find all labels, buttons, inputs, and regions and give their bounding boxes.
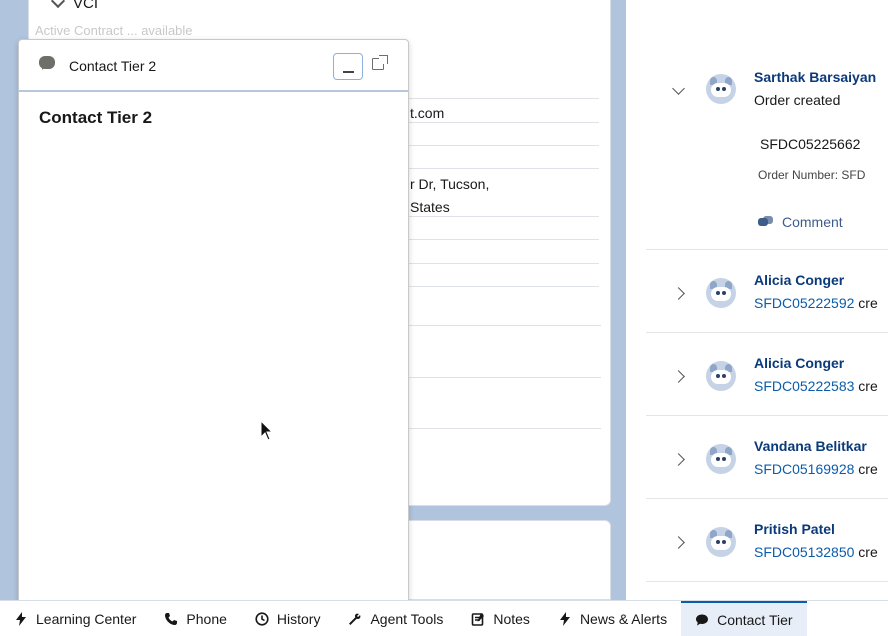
feed-item-subtitle: SFDC05222592 cre [754,295,878,311]
field-divider [407,122,599,123]
avatar [706,278,736,308]
address-line-1: r Dr, Tucson, [410,176,490,192]
feed-item-name[interactable]: Alicia Conger [754,272,844,288]
utility-history[interactable]: History [241,601,335,636]
feed-item-name[interactable]: Sarthak Barsaiyan [754,69,876,85]
utility-news-alerts[interactable]: News & Alerts [544,601,681,636]
bolt-icon [558,611,572,626]
utility-item-label: Agent Tools [370,610,444,627]
popout-button[interactable] [371,54,391,74]
field-divider [407,145,599,146]
field-divider [407,428,601,429]
feed-item-name[interactable]: Pritish Patel [754,521,835,537]
feed-item-name[interactable]: Vandana Belitkar [754,438,867,454]
order-id: SFDC05225662 [760,136,861,152]
field-divider [407,168,599,169]
order-link[interactable]: SFDC05132850 [754,544,854,560]
comment-label: Comment [782,214,843,230]
panel-body-title: Contact Tier 2 [39,108,153,127]
feed-divider [646,332,888,333]
chat-icon [39,56,55,70]
utility-item-label: Learning Center [36,610,137,627]
chat-icon [695,613,709,627]
feed-divider [646,498,888,499]
vci-section-label: VCI [73,0,99,12]
order-link[interactable]: SFDC05222592 [754,295,854,311]
feed-item-subtitle: Order created [754,92,841,108]
utility-bar: Learning Center Phone History Agent Tool… [0,600,888,636]
feed-item-suffix: cre [854,544,878,560]
feed-divider [646,249,888,250]
chevron-right-icon[interactable] [672,536,685,549]
field-divider [407,325,601,326]
feed-item-suffix: cre [854,461,878,477]
utility-notes[interactable]: Notes [457,601,544,636]
feed-divider [646,415,888,416]
chevron-right-icon[interactable] [672,453,685,466]
phone-icon [164,612,178,626]
faded-field: Active Contract ... available [35,23,193,38]
field-divider [407,377,601,378]
field-divider [407,98,599,99]
utility-agent-tools[interactable]: Agent Tools [334,601,457,636]
chevron-right-icon[interactable] [672,370,685,383]
chevron-right-icon[interactable] [672,287,685,300]
wrench-icon [348,612,362,626]
utility-learning-center[interactable]: Learning Center [0,601,150,636]
order-link[interactable]: SFDC05169928 [754,461,854,477]
field-divider [407,239,599,240]
chevron-down-icon [50,0,66,8]
feed-item-subtitle: SFDC05132850 cre [754,544,878,560]
feed-item-suffix: cre [854,295,878,311]
comment-button[interactable]: Comment [758,214,843,230]
utility-item-label: Contact Tier [717,611,793,628]
activity-feed: Sarthak Barsaiyan Order created SFDC0522… [626,0,888,600]
feed-item-name[interactable]: Alicia Conger [754,355,844,371]
comment-icon [758,216,774,228]
feed-item-suffix: cre [854,378,878,394]
utility-item-label: Notes [493,610,530,627]
vci-section-toggle[interactable]: VCI [50,0,99,12]
chevron-down-icon[interactable] [672,82,685,95]
order-link[interactable]: SFDC05222583 [754,378,854,394]
email-field-fragment: t.com [410,105,445,121]
contact-tier-panel: Contact Tier 2 Contact Tier 2 [18,39,409,604]
field-divider [407,216,599,217]
avatar [706,527,736,557]
minimize-button[interactable] [333,53,363,80]
clock-icon [255,611,269,626]
avatar [706,361,736,391]
panel-header-title: Contact Tier 2 [69,58,157,74]
bolt-icon [14,611,28,626]
address-line-2: States [410,199,450,215]
feed-item-subtitle: SFDC05222583 cre [754,378,878,394]
utility-phone[interactable]: Phone [150,601,240,636]
utility-contact-tier[interactable]: Contact Tier [681,600,807,636]
panel-header: Contact Tier 2 [19,40,408,92]
avatar [706,74,736,104]
order-number-label: Order Number: SFD [758,168,866,182]
notes-icon [471,612,485,626]
feed-item-subtitle: SFDC05169928 cre [754,461,878,477]
utility-item-label: History [276,610,321,627]
field-divider [407,286,599,287]
feed-divider [646,581,888,582]
avatar [706,444,736,474]
utility-item-label: News & Alerts [579,610,668,627]
field-divider [407,263,599,264]
utility-item-label: Phone [186,610,227,627]
